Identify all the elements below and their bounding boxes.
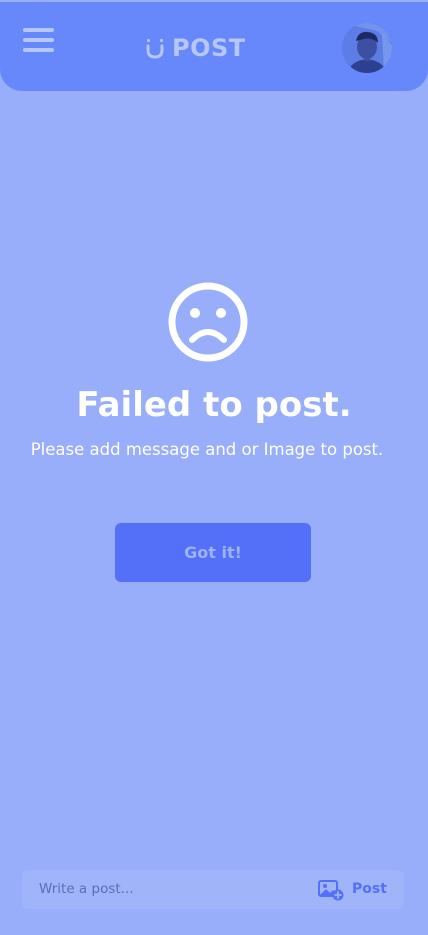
- app-header: POST: [0, 2, 428, 91]
- menu-bar-middle: [23, 38, 54, 42]
- logo-text: POST: [172, 34, 246, 62]
- sad-face-icon: [168, 282, 248, 362]
- smile-mark-icon: [146, 39, 164, 59]
- post-button[interactable]: Post: [352, 870, 387, 909]
- app-logo: POST: [146, 32, 246, 64]
- add-image-icon[interactable]: [318, 879, 344, 901]
- menu-bar-top: [23, 28, 54, 32]
- got-it-button[interactable]: Got it!: [115, 523, 311, 582]
- avatar[interactable]: [342, 23, 392, 73]
- menu-bar-bottom: [23, 48, 54, 52]
- menu-icon[interactable]: [23, 28, 55, 58]
- dialog-title: Failed to post.: [76, 385, 352, 425]
- user-avatar-icon: [342, 23, 392, 73]
- post-composer: Write a post... Post: [22, 870, 404, 909]
- post-input[interactable]: Write a post...: [39, 870, 309, 909]
- dialog-message: Please add message and or Image to post.: [30, 440, 384, 459]
